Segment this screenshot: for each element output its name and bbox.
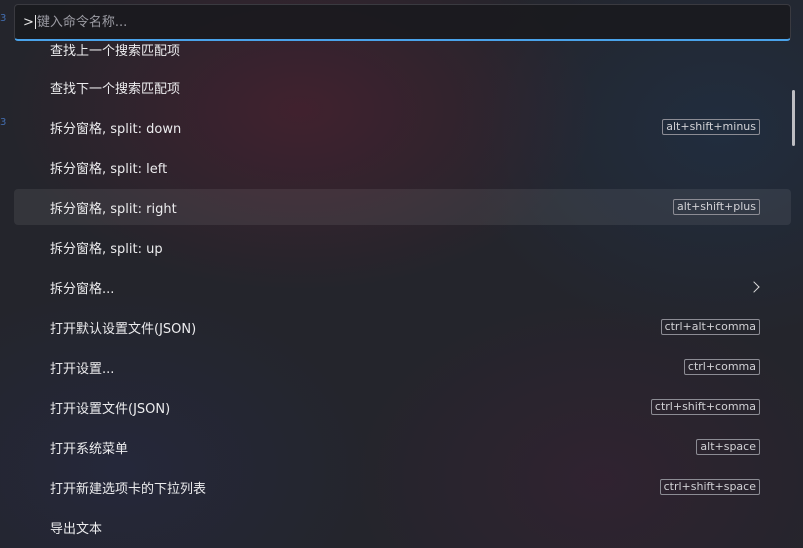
shortcut-badge: ctrl+shift+space xyxy=(659,479,760,495)
text-caret xyxy=(34,15,36,29)
command-item[interactable]: 打开默认设置文件(JSON) ctrl+alt+comma xyxy=(14,309,791,345)
command-label: 拆分窗格... xyxy=(50,281,115,297)
command-item-selected[interactable]: 拆分窗格, split: right alt+shift+plus xyxy=(14,189,791,225)
shortcut-badge: alt+shift+minus xyxy=(662,119,760,135)
command-item[interactable]: 导出文本 xyxy=(14,509,791,545)
command-item[interactable]: 拆分窗格... xyxy=(14,269,791,305)
shortcut-badge: ctrl+shift+comma xyxy=(650,399,760,415)
command-item[interactable]: 查找下一个搜索匹配项 xyxy=(14,69,791,105)
command-label: 查找上一个搜索匹配项 xyxy=(50,43,181,59)
shortcut-badge: ctrl+alt+comma xyxy=(660,319,760,335)
command-label: 打开设置文件(JSON) xyxy=(50,401,171,417)
command-label: 打开系统菜单 xyxy=(50,441,129,457)
command-label: 拆分窗格, split: up xyxy=(50,241,163,257)
command-label: 打开默认设置文件(JSON) xyxy=(50,321,197,337)
search-box[interactable]: > xyxy=(14,4,791,41)
shortcut-badge: alt+shift+plus xyxy=(672,199,760,215)
search-input[interactable] xyxy=(36,5,790,39)
shortcut-badge: alt+space xyxy=(696,439,760,455)
command-item[interactable]: 拆分窗格, split: up xyxy=(14,229,791,265)
command-palette: > 查找上一个搜索匹配项 查找下一个搜索匹配项 拆分窗格, split: dow… xyxy=(14,4,795,548)
background-glyph: 3 xyxy=(0,117,7,128)
command-item[interactable]: 打开设置文件(JSON) ctrl+shift+comma xyxy=(14,389,791,425)
command-label: 查找下一个搜索匹配项 xyxy=(50,81,181,97)
command-label: 拆分窗格, split: right xyxy=(50,201,177,217)
command-item[interactable]: 打开系统菜单 alt+space xyxy=(14,429,791,465)
command-item[interactable]: 查找上一个搜索匹配项 xyxy=(14,42,791,67)
command-item[interactable]: 打开设置... ctrl+comma xyxy=(14,349,791,385)
command-list: 查找上一个搜索匹配项 查找下一个搜索匹配项 拆分窗格, split: down … xyxy=(14,42,791,548)
command-item[interactable]: 拆分窗格, split: down alt+shift+minus xyxy=(14,109,791,145)
command-label: 拆分窗格, split: down xyxy=(50,121,182,137)
command-label: 拆分窗格, split: left xyxy=(50,161,168,177)
command-label: 导出文本 xyxy=(50,521,103,537)
scrollbar-thumb[interactable] xyxy=(792,90,795,146)
command-item[interactable]: 打开新建选项卡的下拉列表 ctrl+shift+space xyxy=(14,469,791,505)
chevron-right-icon xyxy=(748,281,760,293)
command-label: 打开设置... xyxy=(50,361,115,377)
search-prompt: > xyxy=(23,14,34,30)
background-glyph: 3 xyxy=(0,13,7,24)
command-label: 打开新建选项卡的下拉列表 xyxy=(50,481,207,497)
command-item[interactable]: 拆分窗格, split: left xyxy=(14,149,791,185)
shortcut-badge: ctrl+comma xyxy=(683,359,760,375)
